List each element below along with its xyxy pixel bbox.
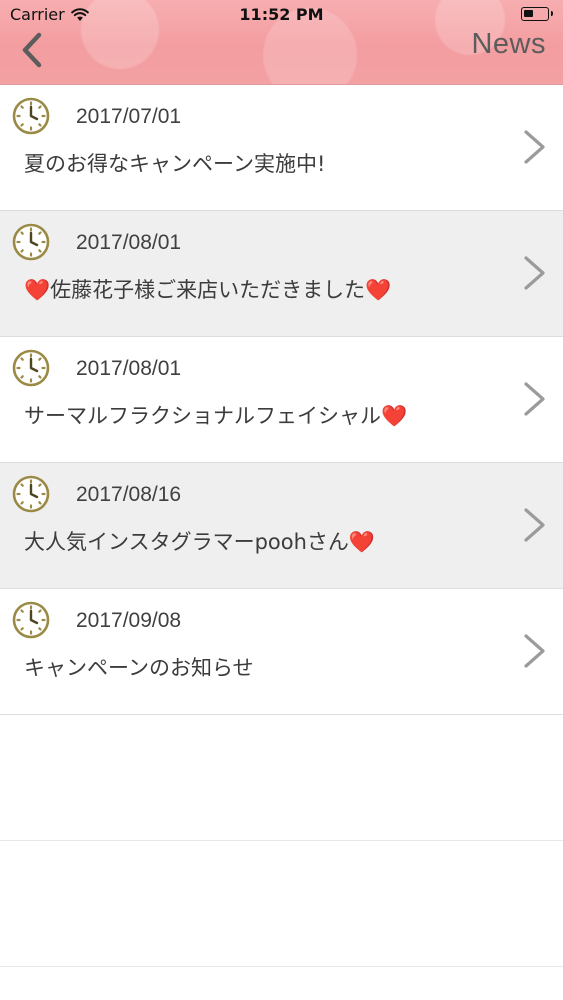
clock-icon xyxy=(12,601,50,639)
status-time: 11:52 PM xyxy=(239,5,324,24)
news-list: 2017/07/01 夏のお得なキャンペーン実施中! 2017/08/01 ❤️… xyxy=(0,85,563,967)
news-date: 2017/07/01 xyxy=(76,105,182,128)
news-date: 2017/08/01 xyxy=(76,231,182,254)
chevron-right-icon xyxy=(524,508,545,542)
empty-row xyxy=(0,841,563,967)
chevron-right-icon xyxy=(524,634,545,668)
clock-icon xyxy=(12,223,50,261)
news-title: 大人気インスタグラマーpoohさん❤️ xyxy=(24,530,376,554)
news-title: ❤️佐藤花子様ご来店いただきました❤️ xyxy=(24,278,392,302)
news-item[interactable]: 2017/08/01 ❤️佐藤花子様ご来店いただきました❤️ xyxy=(0,211,563,337)
empty-row xyxy=(0,715,563,841)
news-item[interactable]: 2017/07/01 夏のお得なキャンペーン実施中! xyxy=(0,85,563,211)
back-button[interactable] xyxy=(12,30,52,70)
news-title: 夏のお得なキャンペーン実施中! xyxy=(24,152,326,176)
news-title: キャンペーンのお知らせ xyxy=(24,656,254,680)
clock-icon xyxy=(12,349,50,387)
chevron-right-icon xyxy=(524,130,545,164)
status-bar: Carrier 11:52 PM xyxy=(0,0,563,30)
chevron-right-icon xyxy=(524,382,545,416)
clock-icon xyxy=(12,97,50,135)
page-title: News xyxy=(471,28,546,60)
chevron-right-icon xyxy=(524,256,545,290)
news-item[interactable]: 2017/08/16 大人気インスタグラマーpoohさん❤️ xyxy=(0,463,563,589)
news-date: 2017/09/08 xyxy=(76,609,182,632)
news-date: 2017/08/01 xyxy=(76,357,182,380)
news-item[interactable]: 2017/09/08 キャンペーンのお知らせ xyxy=(0,589,563,715)
news-date: 2017/08/16 xyxy=(76,483,182,506)
news-title: サーマルフラクショナルフェイシャル❤️ xyxy=(24,404,408,428)
battery-icon xyxy=(521,7,553,21)
navigation-header: Carrier 11:52 PM News xyxy=(0,0,563,85)
clock-icon xyxy=(12,475,50,513)
news-item[interactable]: 2017/08/01 サーマルフラクショナルフェイシャル❤️ xyxy=(0,337,563,463)
chevron-left-icon xyxy=(22,32,42,68)
